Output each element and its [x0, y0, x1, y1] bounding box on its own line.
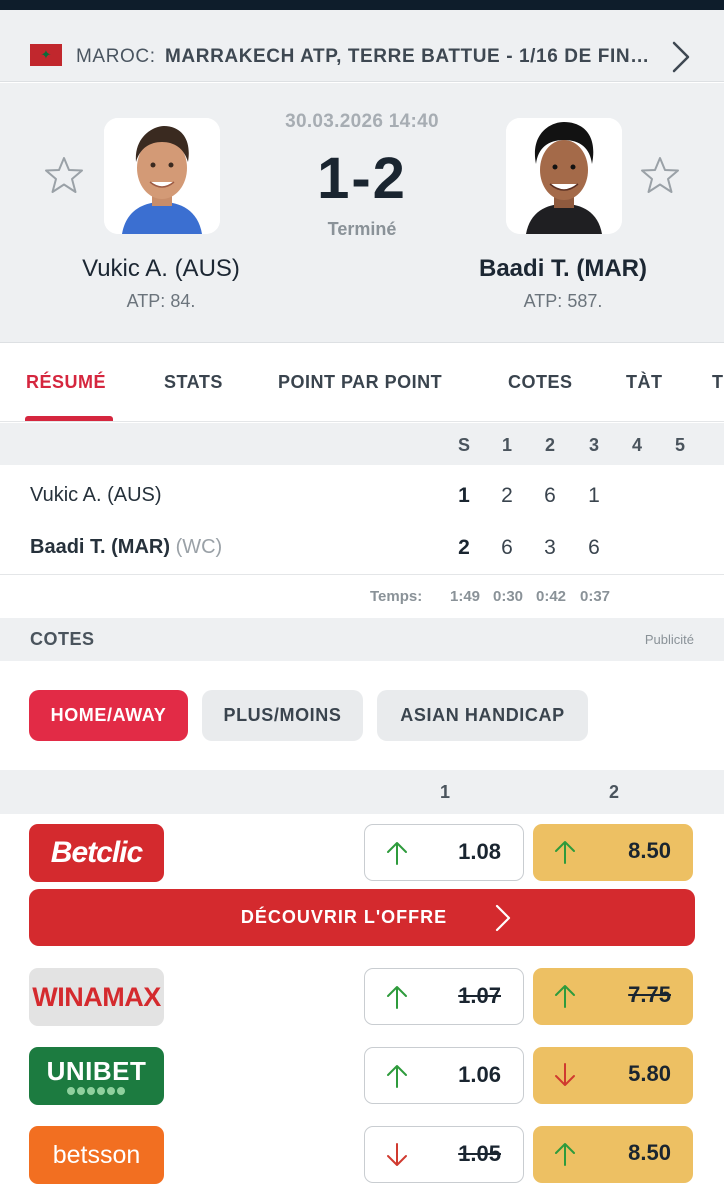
chevron-right-icon[interactable] [670, 40, 692, 74]
score-row-player-name-bold: Baadi T. (MAR) [30, 536, 170, 558]
match-durations: Temps: 1:49 0:30 0:42 0:37 [0, 574, 724, 618]
trend-up-icon [555, 841, 575, 864]
odds-column-1: 1 [439, 782, 450, 802]
score-set3-home: 1 [588, 484, 600, 507]
odds-button-home[interactable]: 1.07 [364, 968, 524, 1025]
score-set2-home: 6 [544, 484, 556, 507]
bookmaker-logo-betsson[interactable]: betsson [29, 1126, 164, 1184]
tab-more[interactable]: T [712, 372, 724, 393]
bookmaker-logo-winamax[interactable]: WINAMAX [29, 968, 164, 1026]
odds-button-home[interactable]: 1.05 [364, 1126, 524, 1183]
bookmaker-logo-unibet[interactable]: UNIBET [29, 1047, 164, 1105]
filter-asian-handicap[interactable]: ASIAN HANDICAP [377, 690, 588, 741]
discover-offer-label: DÉCOUVRIR L'OFFRE [240, 907, 448, 927]
odds-value: 8.50 [628, 1140, 671, 1165]
player-name-home[interactable]: Vukic A. (AUS) [31, 255, 291, 283]
bookmaker-name: WINAMAX [32, 982, 161, 1012]
top-bar [0, 0, 724, 10]
tab-cotes[interactable]: COTES [508, 372, 573, 393]
odds-header: 1 2 [0, 770, 724, 814]
odds-value: 1.08 [458, 839, 501, 864]
player-rank-away: ATP: 587. [523, 291, 603, 311]
score-total-home: 1 [458, 484, 470, 507]
odds-value: 5.80 [628, 1061, 671, 1086]
wildcard-tag: (WC) [175, 536, 223, 558]
score-row-player-name: Baadi T. (MAR) (WC) [30, 536, 222, 559]
header-sets: S [457, 435, 470, 455]
score-set1-home: 2 [501, 484, 513, 507]
odds-button-away[interactable]: 5.80 [533, 1047, 693, 1104]
score-row-home: Vukic A. (AUS) 1 2 6 1 [0, 468, 724, 518]
match-header: 30.03.2026 14:40 1-2 Terminé Vukic A. (A… [0, 83, 724, 343]
duration-total: 1:49 [449, 588, 481, 605]
bookmaker-name: betsson [52, 1141, 141, 1169]
tab-tat[interactable]: TÀT [626, 372, 663, 393]
bookmaker-logo-betclic[interactable]: Betclic [29, 824, 164, 882]
tab-stats[interactable]: STATS [164, 372, 223, 393]
trend-up-icon [387, 1065, 407, 1088]
discover-offer-button[interactable]: DÉCOUVRIR L'OFFRE [29, 889, 695, 946]
odds-value: 1.06 [458, 1062, 501, 1087]
score-total-away: 2 [458, 536, 470, 559]
odds-value-struck: 7.75 [628, 982, 671, 1007]
odds-button-away[interactable]: 7.75 [533, 968, 693, 1025]
duration-set-2: 0:42 [535, 588, 567, 605]
header-set-4: 4 [631, 435, 642, 455]
odds-value-struck: 1.07 [458, 983, 501, 1008]
odds-value-struck: 1.05 [458, 1141, 501, 1166]
trend-down-icon [387, 1143, 407, 1166]
active-tab-indicator [25, 416, 113, 421]
tab-resume[interactable]: RÉSUMÉ [26, 372, 106, 393]
unibet-dots-icon [67, 1087, 125, 1095]
trend-down-icon [555, 1063, 575, 1086]
score-set2-away: 3 [544, 536, 556, 559]
player-photo-away[interactable] [506, 118, 622, 234]
scoreboard-header: S 1 2 3 4 5 [0, 423, 724, 465]
morocco-flag-icon [30, 44, 62, 66]
temps-label: Temps: [370, 588, 423, 605]
filter-home-away[interactable]: HOME/AWAY [29, 690, 188, 741]
league-header[interactable]: MAROC: MARRAKECH ATP, TERRE BATTUE - 1/1… [0, 10, 724, 82]
bookmaker-name: UNIBET [46, 1056, 147, 1086]
tab-point-par-point[interactable]: POINT PAR POINT [278, 372, 442, 393]
tab-bar: RÉSUMÉ STATS POINT PAR POINT COTES TÀT T [0, 344, 724, 422]
player-avatar-away [506, 118, 622, 234]
cotes-title: COTES [30, 629, 95, 649]
score-row-away: Baadi T. (MAR) (WC) 2 6 3 6 [0, 520, 724, 570]
odds-button-home[interactable]: 1.06 [364, 1047, 524, 1104]
header-set-5: 5 [674, 435, 685, 455]
league-country: MAROC: [76, 46, 156, 67]
trend-up-icon [555, 985, 575, 1008]
score-row-player-name: Vukic A. (AUS) [30, 484, 162, 506]
odds-value: 8.50 [628, 838, 671, 863]
odds-column-2: 2 [608, 782, 619, 802]
trend-up-icon [555, 1143, 575, 1166]
player-name-away[interactable]: Baadi T. (MAR) [433, 255, 693, 283]
duration-set-1: 0:30 [492, 588, 524, 605]
league-name: MARRAKECH ATP, TERRE BATTUE - 1/16 DE FI… [165, 46, 655, 67]
odds-button-away[interactable]: 8.50 [533, 824, 693, 881]
header-set-2: 2 [544, 435, 555, 455]
bookmaker-name: Betclic [50, 836, 143, 869]
odds-button-away[interactable]: 8.50 [533, 1126, 693, 1183]
trend-up-icon [387, 842, 407, 865]
chevron-right-icon [495, 904, 511, 932]
player-rank-home: ATP: 84. [126, 291, 196, 311]
header-set-3: 3 [588, 435, 599, 455]
trend-up-icon [387, 986, 407, 1009]
ad-label: Publicité [644, 632, 694, 647]
header-set-1: 1 [501, 435, 512, 455]
score-set3-away: 6 [588, 536, 600, 559]
favorite-star-icon-away[interactable] [640, 155, 680, 195]
score-set1-away: 6 [501, 536, 513, 559]
filter-plus-moins[interactable]: PLUS/MOINS [202, 690, 363, 741]
cotes-section-header: COTES Publicité [0, 618, 724, 661]
odds-button-home[interactable]: 1.08 [364, 824, 524, 881]
duration-set-3: 0:37 [579, 588, 611, 605]
